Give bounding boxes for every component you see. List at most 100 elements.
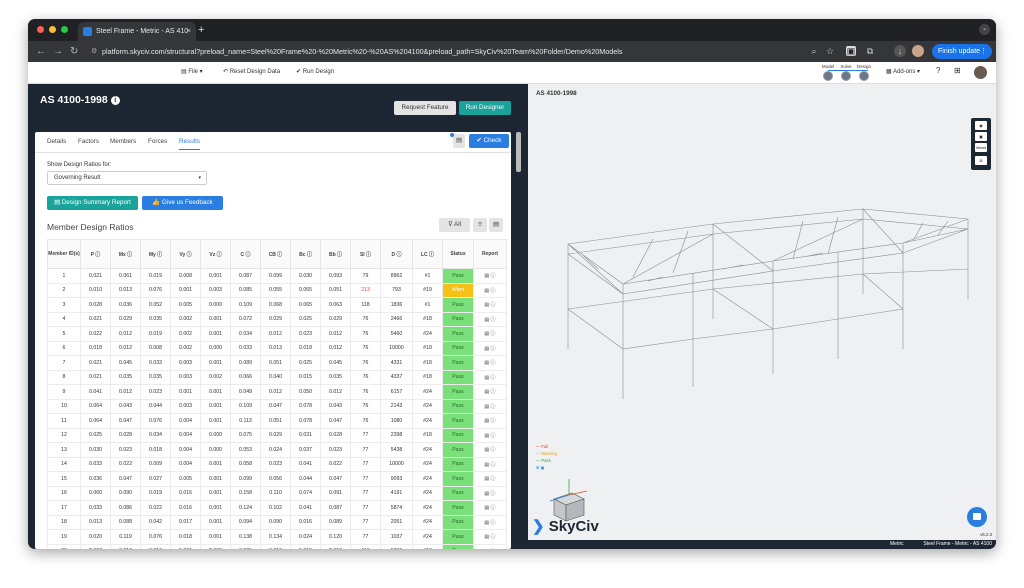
chat-support-icon[interactable]: [967, 507, 987, 527]
info-icon[interactable]: ⓘ: [94, 252, 100, 258]
table-row[interactable]: 19 0.020 0.119 0.076 0.018 0.001 0.138 0.134 0.0…: [47, 529, 507, 545]
info-icon[interactable]: ⓘ: [491, 346, 496, 352]
screenshot-icon[interactable]: ◘: [975, 156, 987, 165]
tab-members[interactable]: Members: [110, 138, 136, 145]
profile-avatar[interactable]: [912, 45, 924, 57]
table-row[interactable]: 13 0.030 0.023 0.018 0.004 0.000 0.053 0.024 0.0…: [47, 442, 507, 458]
info-icon[interactable]: ⓘ: [491, 505, 496, 511]
apps-grid-icon[interactable]: ⊞: [954, 66, 961, 75]
model-viewport[interactable]: AS 4100-1998 — Fail — Warning — Pass ⊞ ▣…: [528, 84, 996, 549]
info-icon[interactable]: ⓘ: [491, 404, 496, 410]
reload-icon[interactable]: ↻: [70, 44, 78, 59]
legend-toggle-icon[interactable]: ⊞ ▣: [536, 464, 557, 471]
column-header[interactable]: CB ⓘ: [260, 239, 291, 269]
info-icon[interactable]: ⓘ: [491, 520, 496, 526]
browser-tab[interactable]: Steel Frame - Metric - AS 410 ×: [78, 22, 196, 41]
back-icon[interactable]: ←: [36, 44, 46, 59]
column-header[interactable]: My ⓘ: [140, 239, 171, 269]
table-row[interactable]: 200.0070.0120.0100.0010.0000.0250.0130.0…: [47, 543, 507, 549]
info-icon[interactable]: ⓘ: [491, 447, 496, 453]
column-header[interactable]: Vy ⓘ: [170, 239, 201, 269]
table-row[interactable]: 17 0.033 0.086 0.022 0.016 0.001 0.124 0.102 0.0…: [47, 500, 507, 516]
new-tab-button[interactable]: +: [198, 22, 204, 38]
reset-design-data-button[interactable]: ↶ Reset Design Data: [223, 68, 280, 75]
extension-icon[interactable]: ▣: [846, 46, 856, 56]
panel-scrollbar[interactable]: [516, 132, 521, 172]
info-icon[interactable]: i: [110, 96, 120, 105]
columns-icon[interactable]: ≡: [473, 218, 487, 232]
info-icon[interactable]: ⓘ: [336, 252, 342, 258]
column-header[interactable]: Vz ⓘ: [200, 239, 231, 269]
info-icon[interactable]: ⓘ: [491, 331, 496, 337]
info-icon[interactable]: ⓘ: [215, 252, 222, 258]
file-menu[interactable]: ▤ File ▾: [181, 68, 203, 75]
tab-close-icon[interactable]: ×: [187, 22, 191, 41]
column-header[interactable]: P ⓘ: [80, 239, 111, 269]
mode-design[interactable]: Design: [854, 64, 874, 81]
info-icon[interactable]: ⓘ: [491, 418, 496, 424]
column-header[interactable]: Bc ⓘ: [290, 239, 321, 269]
table-row[interactable]: 12 0.025 0.028 0.034 0.004 0.000 0.075 0.029 0.0…: [47, 427, 507, 443]
info-icon[interactable]: ⓘ: [491, 302, 496, 308]
camera-views-icon[interactable]: ▣: [975, 132, 987, 141]
mode-model[interactable]: Model: [818, 64, 838, 81]
steel-frame-wireframe[interactable]: [563, 199, 973, 409]
table-row[interactable]: 3 0.028 0.036 0.052 0.005 0.000 0.109 0.068 0.06…: [47, 297, 507, 313]
table-row[interactable]: 10 0.064 0.043 0.044 0.003 0.001 0.109 0.047 0.0…: [47, 398, 507, 414]
request-feature-button[interactable]: Request Feature: [394, 101, 456, 115]
design-summary-report-button[interactable]: ▤ Design Summary Report: [47, 196, 138, 210]
info-icon[interactable]: ⓘ: [491, 375, 496, 381]
views-button[interactable]: Views: [975, 143, 987, 152]
info-icon[interactable]: ⓘ: [156, 252, 162, 258]
info-icon[interactable]: ⓘ: [491, 534, 496, 540]
table-row[interactable]: 16 0.060 0.090 0.019 0.016 0.001 0.158 0.110 0.0…: [47, 485, 507, 501]
info-icon[interactable]: ⓘ: [491, 433, 496, 439]
column-header[interactable]: C ⓘ: [230, 239, 261, 269]
info-icon[interactable]: ⓘ: [491, 476, 496, 482]
check-button[interactable]: ✔ Check: [469, 134, 509, 148]
info-icon[interactable]: ⓘ: [491, 389, 496, 395]
filter-all-button[interactable]: ⊽ All: [439, 218, 470, 232]
info-icon[interactable]: ⓘ: [244, 252, 250, 258]
eye-icon[interactable]: ◉: [975, 121, 987, 130]
table-row[interactable]: 2 0.010 0.013 0.076 0.001 0.003 0.085 0.055 0.06…: [47, 282, 507, 298]
info-icon[interactable]: ⓘ: [491, 288, 496, 294]
addons-menu[interactable]: ▦ Add-ons ▾: [886, 68, 920, 75]
info-icon[interactable]: ⓘ: [276, 252, 282, 258]
info-icon[interactable]: ⓘ: [491, 491, 496, 497]
run-design-button[interactable]: ✔ Run Design: [296, 68, 334, 75]
tab-details[interactable]: Details: [47, 138, 66, 145]
run-designer-button[interactable]: Run Designer: [459, 101, 511, 115]
info-icon[interactable]: ⓘ: [395, 252, 401, 258]
tab-results[interactable]: Results: [179, 138, 200, 150]
table-row[interactable]: 6 0.018 0.012 0.008 0.002 0.000 0.033 0.013 0.01…: [47, 340, 507, 356]
info-icon[interactable]: ⓘ: [126, 252, 132, 258]
info-icon[interactable]: ⓘ: [365, 252, 371, 258]
bookmark-star-icon[interactable]: ☆: [824, 45, 836, 57]
minimize-window-icon[interactable]: [49, 26, 56, 33]
feedback-button[interactable]: 👍 Give us Feedback: [142, 196, 223, 210]
column-header[interactable]: LC ⓘ: [412, 239, 443, 269]
site-info-icon[interactable]: ⚙: [91, 44, 97, 59]
table-row[interactable]: 1 0.021 0.061 0.019 0.008 0.001 0.087 0.099 0.03…: [47, 268, 507, 284]
table-row[interactable]: 8 0.021 0.035 0.035 0.003 0.002 0.066 0.040 0.01…: [47, 369, 507, 385]
column-header[interactable]: Member ID(s): [47, 239, 81, 269]
table-row[interactable]: 15 0.036 0.047 0.027 0.005 0.001 0.099 0.056 0.0…: [47, 471, 507, 487]
info-icon[interactable]: ⓘ: [428, 252, 434, 258]
forward-icon[interactable]: →: [53, 44, 63, 59]
column-header[interactable]: Status: [442, 239, 474, 269]
finish-update-button[interactable]: Finish update ⋮: [932, 44, 992, 59]
info-icon[interactable]: ⓘ: [491, 317, 496, 323]
close-window-icon[interactable]: [37, 26, 44, 33]
info-icon[interactable]: ⓘ: [306, 252, 312, 258]
help-icon[interactable]: ?: [936, 66, 940, 75]
table-row[interactable]: 11 0.064 0.047 0.076 0.004 0.001 0.113 0.051 0.0…: [47, 413, 507, 429]
download-icon[interactable]: ↓: [894, 45, 906, 57]
design-ratio-select[interactable]: Governing Result ▾: [47, 171, 207, 185]
report-file-icon[interactable]: ▤: [453, 134, 465, 148]
maximize-window-icon[interactable]: [61, 26, 68, 33]
tab-search-icon[interactable]: ⌄: [979, 24, 990, 35]
info-icon[interactable]: ⓘ: [491, 273, 496, 279]
table-row[interactable]: 5 0.022 0.012 0.019 0.002 0.001 0.034 0.012 0.02…: [47, 326, 507, 342]
table-row[interactable]: 9 0.041 0.012 0.023 0.001 0.001 0.049 0.012 0.05…: [47, 384, 507, 400]
